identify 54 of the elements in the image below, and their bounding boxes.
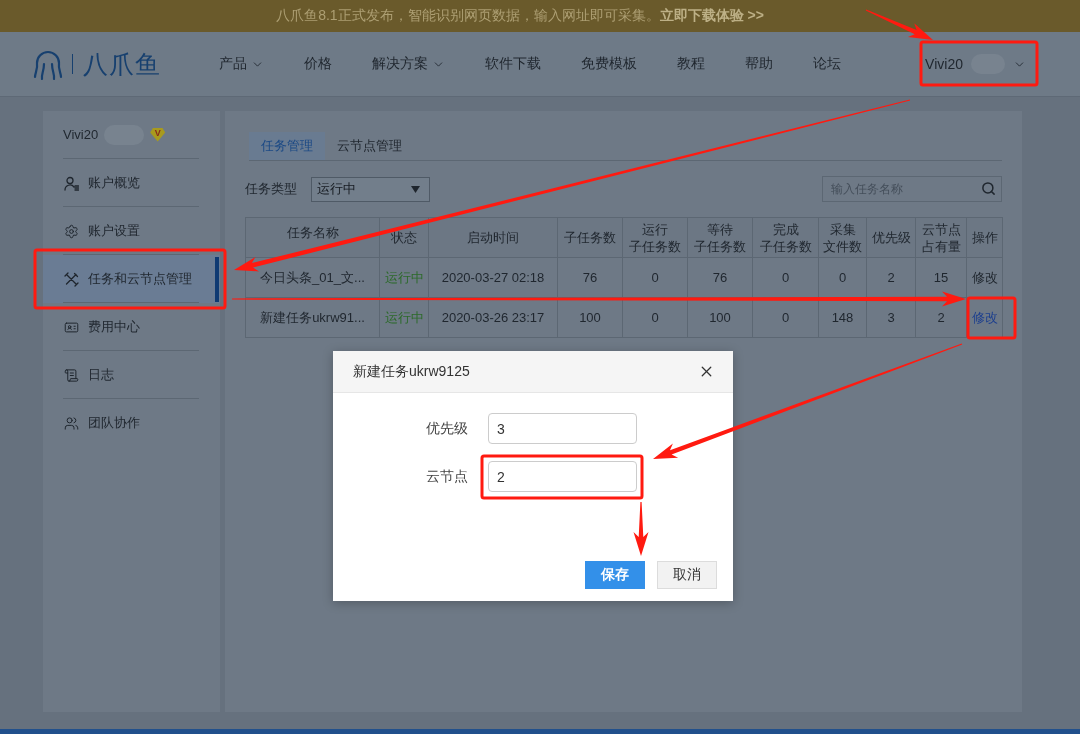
field-label: 云节点 <box>425 467 468 486</box>
dialog-title: 新建任务ukrw9125 <box>353 362 470 381</box>
user-list-icon <box>64 175 79 191</box>
save-button[interactable]: 保存 <box>585 561 645 589</box>
document-icon <box>64 367 79 383</box>
cancel-button[interactable]: 取消 <box>657 561 717 589</box>
vip-badge: V <box>150 127 166 142</box>
logo-text: 八爪鱼 <box>83 48 161 80</box>
user-menu[interactable]: Vivi20 <box>909 44 1038 84</box>
column-header: 子任务数 <box>557 217 623 258</box>
nav-link[interactable]: 论坛 <box>813 55 841 73</box>
sidebar-item[interactable]: 账户概览 <box>43 159 220 207</box>
nav-link[interactable]: 帮助 <box>745 55 773 73</box>
sidebar-item[interactable]: 日志 <box>43 351 220 399</box>
tab[interactable]: 任务管理 <box>249 132 325 160</box>
input-field[interactable]: 2 <box>488 461 637 492</box>
highlight-frame <box>966 296 1017 340</box>
gear-icon <box>64 223 79 239</box>
annotation-arrow <box>865 9 933 40</box>
column-header: 运行 子任务数 <box>622 217 688 258</box>
nav-link[interactable]: 产品 <box>219 55 264 73</box>
column-header: 采集 文件数 <box>818 217 867 258</box>
column-header: 任务名称 <box>245 217 380 258</box>
column-header: 优先级 <box>866 217 916 258</box>
column-header: 启动时间 <box>428 217 558 258</box>
people-icon <box>64 415 79 431</box>
sidebar-item[interactable]: 账户设置 <box>43 207 220 255</box>
crossed-tools-icon <box>64 271 79 287</box>
column-header: 云节点 占有量 <box>915 217 967 258</box>
filter-label: 任务类型 <box>245 180 297 198</box>
sidebar-item[interactable]: 团队协作 <box>43 399 220 447</box>
sidebar-item[interactable]: 费用中心 <box>43 303 220 351</box>
tab[interactable]: 云节点管理 <box>325 132 414 160</box>
dropdown-triangle-icon <box>411 185 420 193</box>
id-card-icon <box>64 319 79 335</box>
task-type-select[interactable]: 运行中 <box>311 176 430 202</box>
column-header: 完成 子任务数 <box>752 217 819 258</box>
input-field[interactable]: 3 <box>488 413 637 444</box>
table-cell: 2020-03-27 02:18 <box>428 257 558 298</box>
column-header: 等待 子任务数 <box>687 217 753 258</box>
nav-link[interactable]: 价格 <box>304 55 332 73</box>
nav-link[interactable]: 免费模板 <box>581 55 637 73</box>
search-icon[interactable] <box>981 181 996 196</box>
nav-link[interactable]: 教程 <box>677 55 705 73</box>
field-label: 优先级 <box>425 419 468 438</box>
nav-link[interactable]: 解决方案 <box>372 55 445 73</box>
sidebar-item[interactable]: 任务和云节点管理 <box>43 255 220 303</box>
annotation-arrow <box>633 502 649 556</box>
nav-link[interactable]: 软件下载 <box>485 55 541 73</box>
user-name: Vivi20 <box>63 127 99 142</box>
column-header: 操作 <box>966 217 1003 258</box>
download-link[interactable]: 立即下载体验 >> <box>659 7 764 25</box>
status-cell: 运行中 <box>379 257 429 298</box>
announcement-text: 八爪鱼8.1正式发布，智能识别网页数据，输入网址即可采集。 <box>276 7 660 25</box>
